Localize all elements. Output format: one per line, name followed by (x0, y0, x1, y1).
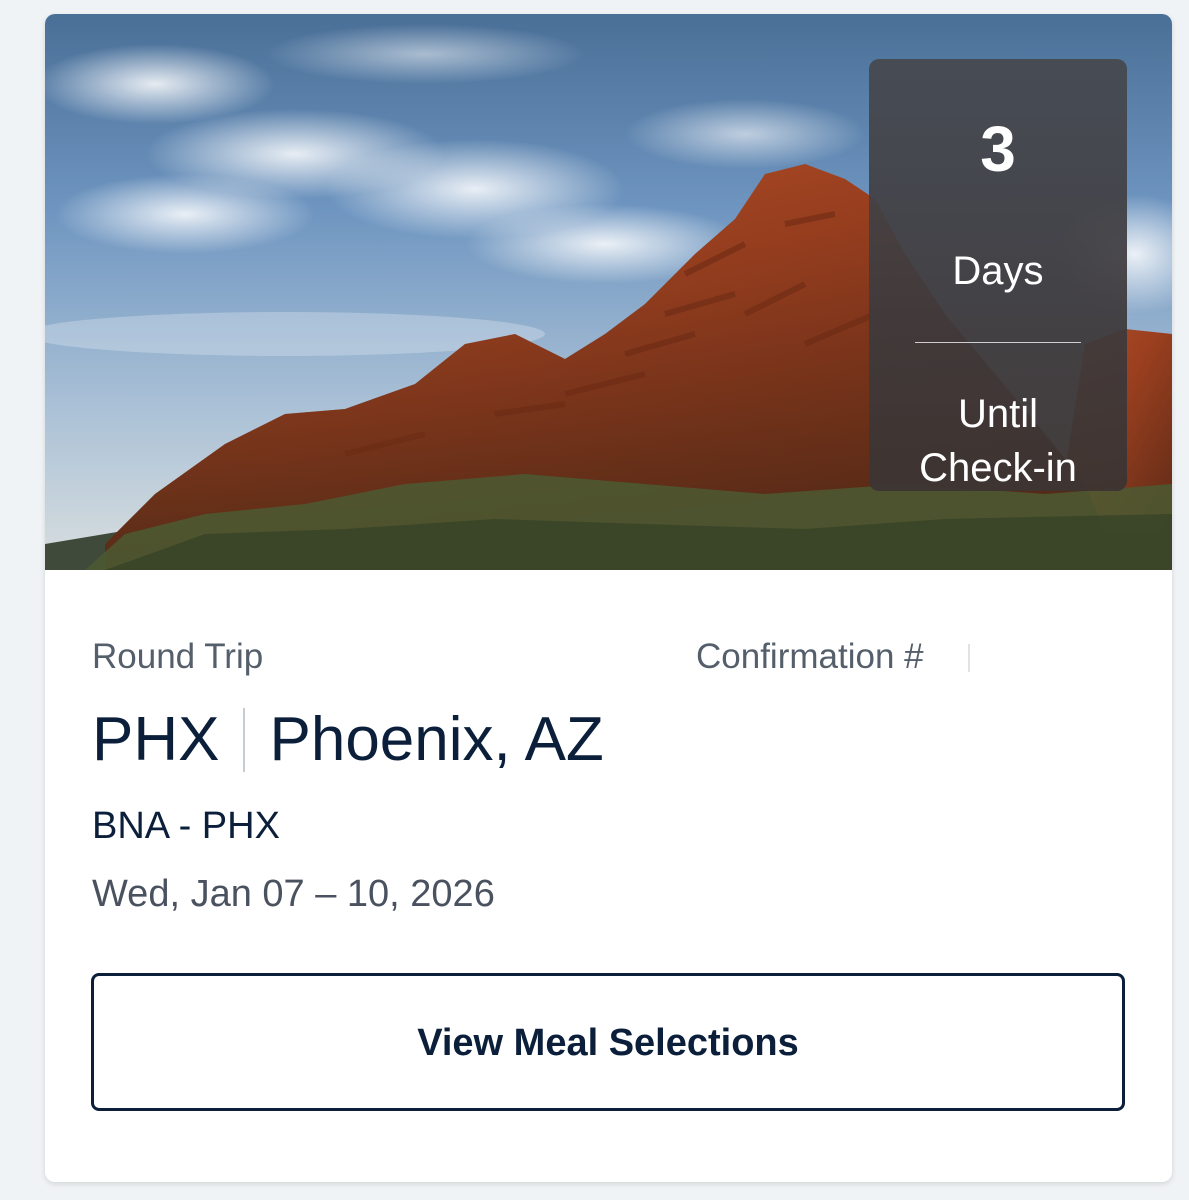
countdown-caption: Until Check-in (869, 387, 1127, 495)
destination-code: PHX (92, 705, 220, 774)
confirmation-number-placeholder (968, 644, 970, 672)
trip-type-label: Round Trip (92, 637, 264, 676)
countdown-days-number: 3 (980, 113, 1016, 185)
flight-route: BNA - PHX (92, 805, 280, 847)
countdown-caption-line2: Check-in (919, 446, 1077, 490)
destination-city: Phoenix, AZ (269, 705, 604, 774)
view-meal-selections-button[interactable]: View Meal Selections (91, 973, 1125, 1111)
destination-separator (243, 708, 246, 772)
destination-hero-image: 3 Days Until Check-in (45, 14, 1172, 570)
trip-card: 3 Days Until Check-in Round Trip Confirm… (45, 14, 1172, 1182)
countdown-divider (915, 342, 1081, 343)
check-in-countdown: 3 Days Until Check-in (869, 59, 1127, 491)
trip-dates: Wed, Jan 07 – 10, 2026 (92, 873, 495, 915)
countdown-caption-line1: Until (957, 392, 1039, 436)
countdown-unit: Days (952, 249, 1044, 293)
destination-heading: PHX Phoenix, AZ (92, 700, 604, 780)
confirmation-label: Confirmation # (696, 637, 924, 676)
